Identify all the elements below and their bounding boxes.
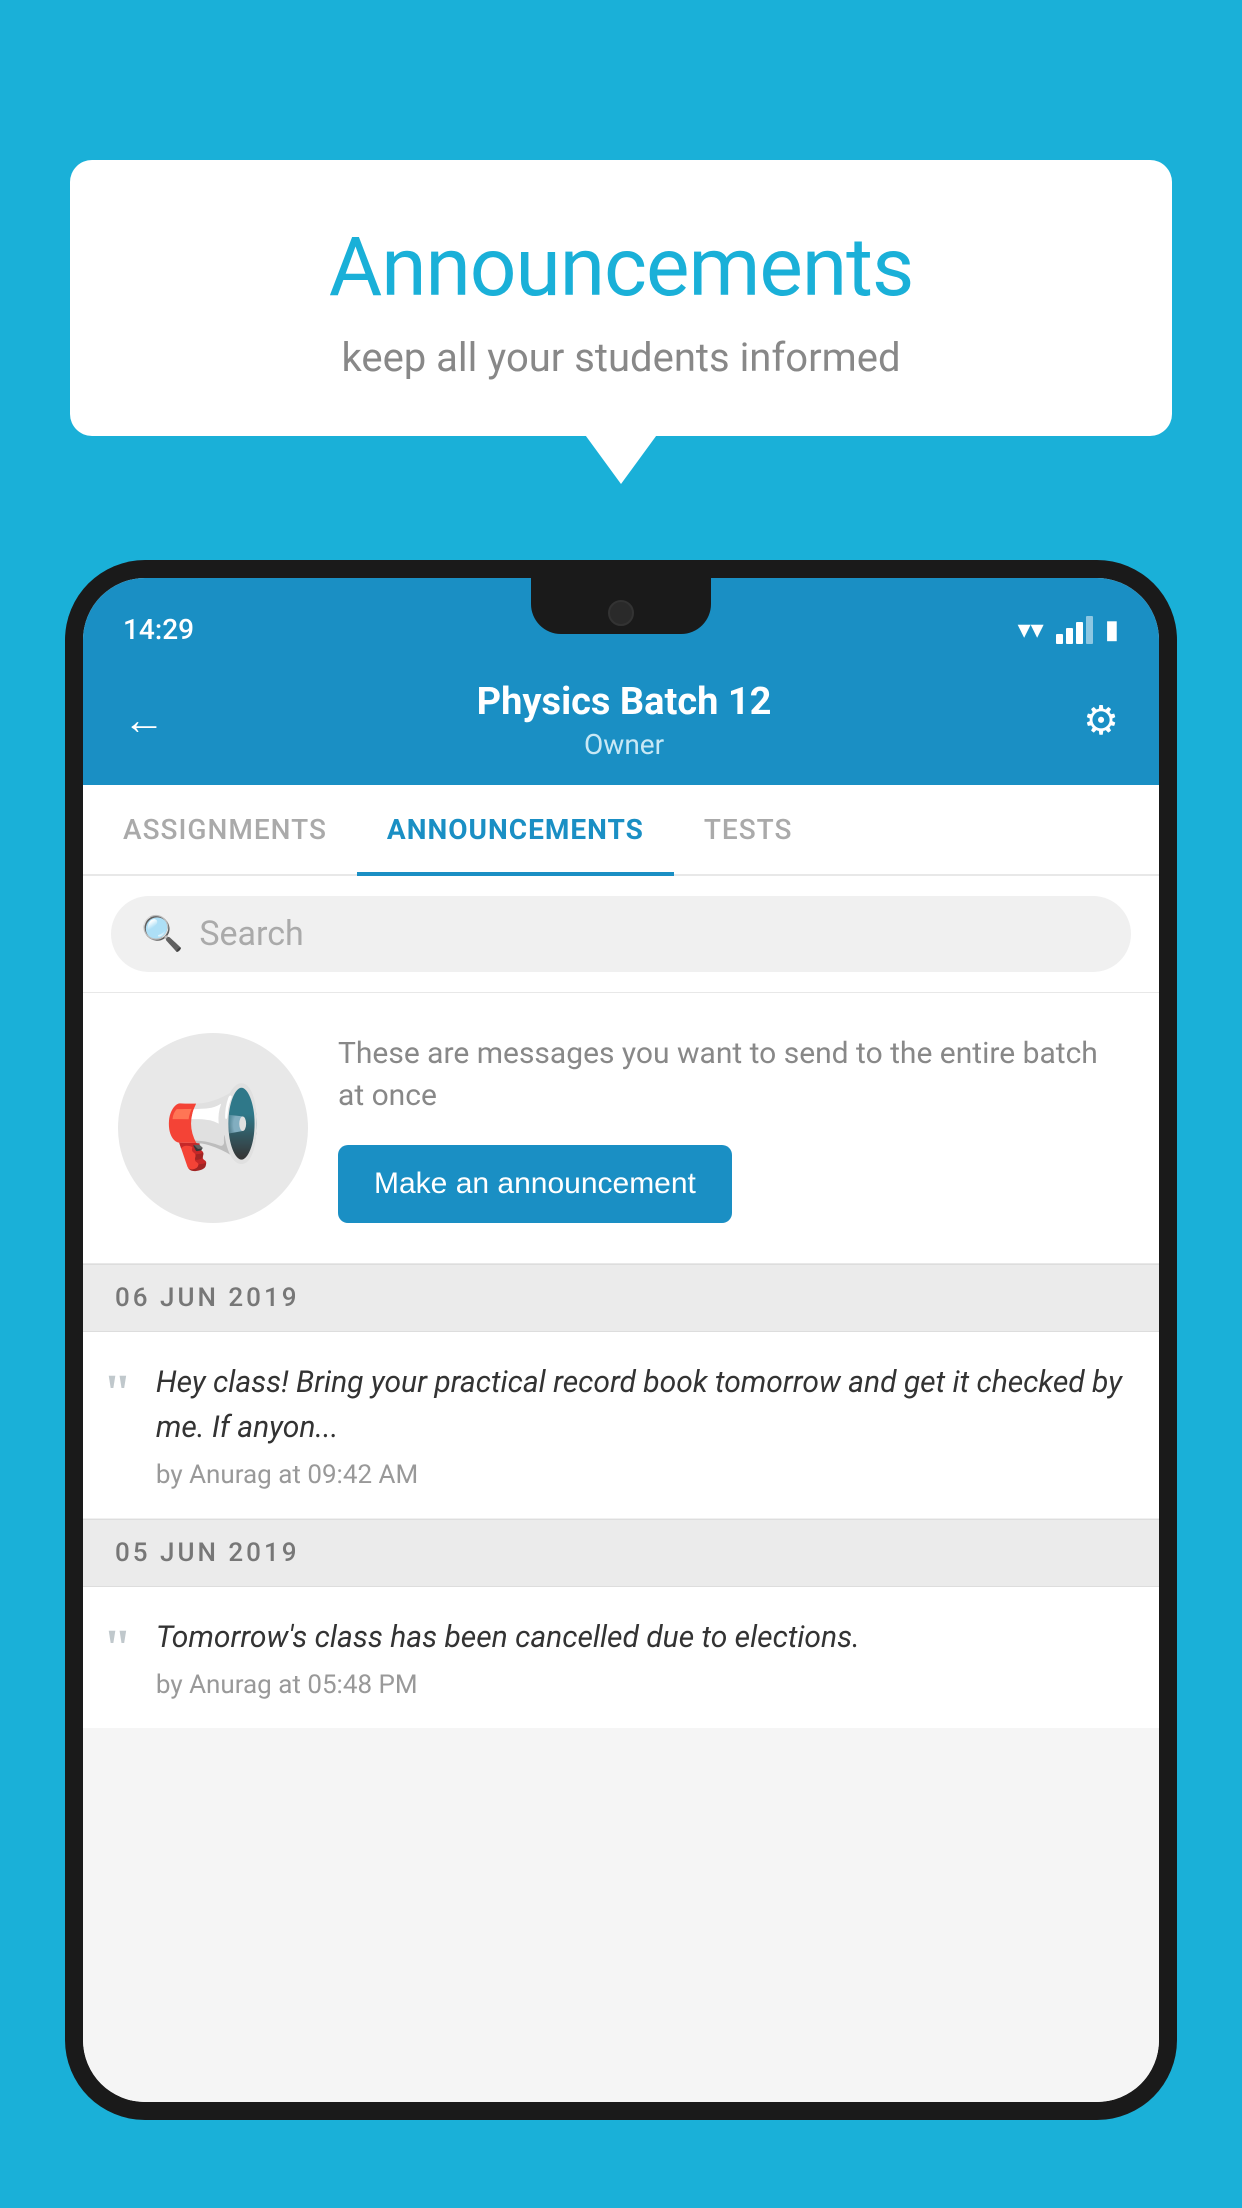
megaphone-icon: 📢: [163, 1081, 263, 1175]
announcement-promo: 📢 These are messages you want to send to…: [83, 993, 1159, 1264]
quote-icon-1: ": [103, 1368, 132, 1420]
announcement-item-1[interactable]: " Hey class! Bring your practical record…: [83, 1332, 1159, 1519]
date-section-1: 06 JUN 2019: [83, 1264, 1159, 1332]
header-title: Physics Batch 12: [477, 680, 772, 724]
search-container: 🔍 Search: [83, 876, 1159, 993]
speech-bubble-container: Announcements keep all your students inf…: [70, 160, 1172, 436]
promo-description: These are messages you want to send to t…: [338, 1033, 1124, 1117]
tab-tests[interactable]: TESTS: [674, 785, 823, 874]
speech-bubble-subtitle: keep all your students informed: [120, 334, 1122, 381]
phone-container: 14:29 ▾▾ ▮ ← Physics Batch 12: [65, 560, 1177, 2208]
announcement-content-2: Tomorrow's class has been cancelled due …: [156, 1615, 1131, 1700]
back-button[interactable]: ←: [123, 696, 165, 745]
phone-screen: 14:29 ▾▾ ▮ ← Physics Batch 12: [83, 578, 1159, 2102]
gear-icon[interactable]: ⚙: [1083, 697, 1119, 744]
date-label-2: 05 JUN 2019: [115, 1538, 300, 1568]
date-section-2: 05 JUN 2019: [83, 1519, 1159, 1587]
phone-notch: [531, 578, 711, 634]
status-icons: ▾▾ ▮: [1018, 615, 1119, 645]
promo-icon-circle: 📢: [118, 1033, 308, 1223]
announcement-item-2[interactable]: " Tomorrow's class has been cancelled du…: [83, 1587, 1159, 1728]
search-bar[interactable]: 🔍 Search: [111, 896, 1131, 972]
date-label-1: 06 JUN 2019: [115, 1283, 300, 1313]
search-icon: 🔍: [141, 914, 183, 954]
quote-icon-2: ": [103, 1623, 132, 1675]
search-placeholder: Search: [199, 914, 303, 954]
make-announcement-button[interactable]: Make an announcement: [338, 1145, 732, 1223]
speech-bubble: Announcements keep all your students inf…: [70, 160, 1172, 436]
signal-bars: [1056, 616, 1093, 644]
announcement-meta-2: by Anurag at 05:48 PM: [156, 1670, 1131, 1700]
announcement-content-1: Hey class! Bring your practical record b…: [156, 1360, 1131, 1490]
tab-announcements[interactable]: ANNOUNCEMENTS: [357, 785, 674, 874]
battery-icon: ▮: [1105, 615, 1119, 645]
speech-bubble-title: Announcements: [120, 220, 1122, 316]
phone-frame: 14:29 ▾▾ ▮ ← Physics Batch 12: [65, 560, 1177, 2120]
wifi-icon: ▾▾: [1018, 615, 1044, 645]
announcement-text-2: Tomorrow's class has been cancelled due …: [156, 1615, 1131, 1660]
header-subtitle: Owner: [477, 728, 772, 761]
promo-right: These are messages you want to send to t…: [338, 1033, 1124, 1223]
app-header: ← Physics Batch 12 Owner ⚙: [83, 658, 1159, 785]
announcement-text-1: Hey class! Bring your practical record b…: [156, 1360, 1131, 1450]
header-title-group: Physics Batch 12 Owner: [477, 680, 772, 761]
tab-assignments[interactable]: ASSIGNMENTS: [93, 785, 357, 874]
phone-camera: [608, 600, 634, 626]
status-time: 14:29: [123, 613, 194, 646]
content-area: 🔍 Search 📢 These are messages you want t…: [83, 876, 1159, 2102]
announcement-meta-1: by Anurag at 09:42 AM: [156, 1460, 1131, 1490]
tabs-bar: ASSIGNMENTS ANNOUNCEMENTS TESTS: [83, 785, 1159, 876]
